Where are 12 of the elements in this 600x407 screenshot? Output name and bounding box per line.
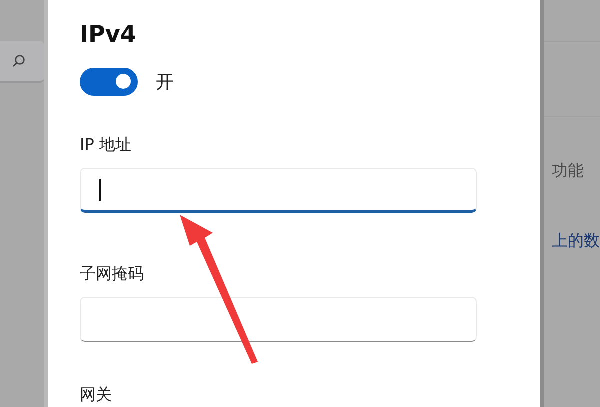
field-label: 网关 — [80, 384, 113, 406]
input-field[interactable] — [80, 297, 477, 342]
field-label: IP 地址 — [80, 134, 132, 156]
field-label: 子网掩码 — [80, 263, 145, 285]
input-field[interactable] — [80, 168, 477, 213]
description-text: 功能 — [551, 160, 584, 182]
link[interactable]: 上的数 — [544, 230, 600, 252]
search-icon — [12, 54, 26, 68]
toggle-switch[interactable] — [80, 68, 138, 96]
dialog-title: IPv4 — [80, 21, 138, 50]
toggle-label: 开 — [156, 71, 174, 94]
search-field[interactable] — [0, 41, 44, 83]
